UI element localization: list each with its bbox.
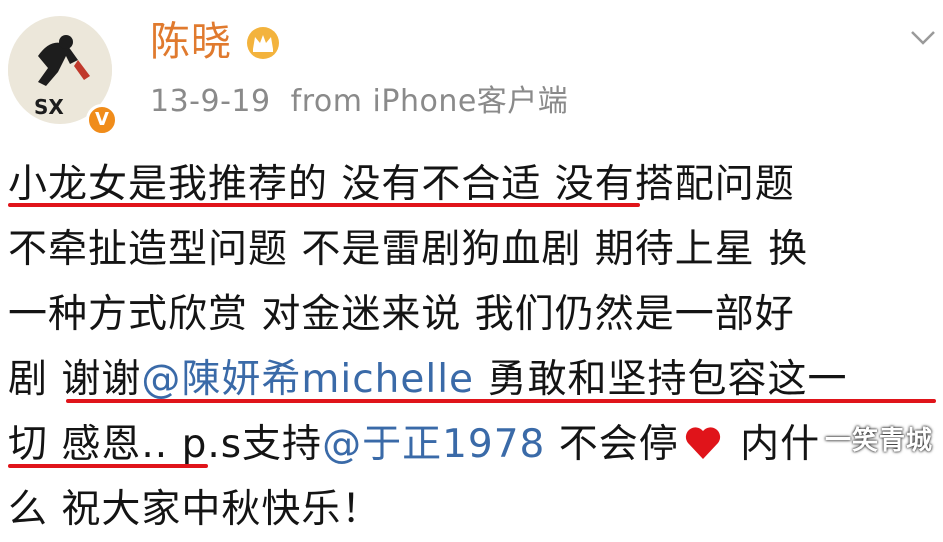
post-line-2: 不牵扯造型问题 不是雷剧狗血剧 期待上星 换	[8, 217, 938, 282]
post-text-segment: 剧 谢谢	[8, 357, 142, 402]
mention-link[interactable]: @陳妍希michelle	[141, 357, 474, 402]
post-text-segment: 不牵扯造型问题 不是雷剧狗血剧 期待上星 换	[8, 227, 809, 272]
post-text: 小龙女是我推荐的 没有不合适 没有搭配问题 不牵扯造型问题 不是雷剧狗血剧 期待…	[8, 152, 938, 542]
post-line-4: 剧 谢谢@陳妍希michelle 勇敢和坚持包容这一	[8, 347, 938, 412]
post-date: 13-9-19	[150, 84, 271, 119]
username[interactable]: 陈晓	[150, 16, 232, 68]
post-text-segment: 不会停	[545, 422, 679, 467]
post-text-segment: 一种方式欣赏 对金迷来说 我们仍然是一部好	[8, 292, 795, 337]
avatar[interactable]: SX V	[8, 16, 118, 136]
red-underline	[66, 399, 936, 403]
post-source[interactable]: from iPhone客户端	[291, 84, 569, 119]
red-underline	[8, 203, 640, 207]
mention-link[interactable]: @于正1978	[322, 422, 545, 467]
post-meta: 13-9-19 from iPhone客户端	[150, 82, 568, 122]
chevron-down-icon[interactable]	[910, 30, 936, 46]
crown-icon	[247, 27, 279, 59]
post-text-segment: 小龙女是我推荐的 没有不合适 没有搭配问题	[8, 162, 795, 207]
red-underline	[8, 464, 208, 468]
svg-text:SX: SX	[34, 95, 64, 119]
heart-icon	[685, 427, 720, 459]
verified-icon: V	[86, 104, 118, 136]
post-line-6: 么 祝大家中秋快乐！	[8, 477, 938, 542]
post-text-segment: 么 祝大家中秋快乐！	[8, 487, 382, 532]
post-text-segment: 内什	[726, 422, 821, 467]
post-line-1: 小龙女是我推荐的 没有不合适 没有搭配问题	[8, 152, 938, 217]
post-text-segment: 勇敢和坚持包容这一	[474, 357, 848, 402]
post-line-5: 切 感恩.. p.s支持@于正1978 不会停 内什	[8, 412, 938, 477]
watermark: 一笑青城	[824, 426, 933, 456]
post-line-3: 一种方式欣赏 对金迷来说 我们仍然是一部好	[8, 282, 938, 347]
post-text-segment: 切 感恩.. p.s支持	[8, 422, 323, 467]
